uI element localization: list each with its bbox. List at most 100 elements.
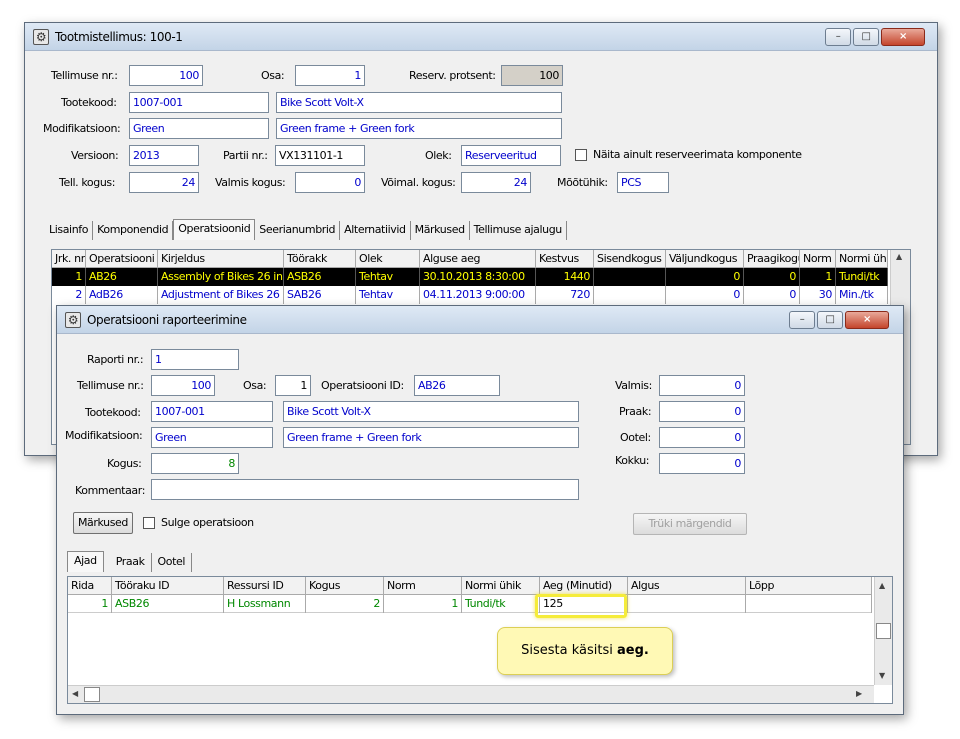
column-header[interactable]: Normi ühik: [462, 577, 540, 595]
grid-cell: 04.11.2013 9:00:00: [420, 286, 536, 304]
report-no-field[interactable]: 1: [151, 349, 239, 370]
minimize-button[interactable]: –: [825, 28, 851, 46]
tab-operatsioonid[interactable]: Operatsioonid: [173, 219, 256, 240]
column-header[interactable]: Sisendkogus: [594, 250, 666, 268]
product-code-field[interactable]: 1007-001: [151, 401, 273, 422]
column-header[interactable]: Kestvus: [536, 250, 594, 268]
scroll-up-icon[interactable]: ▲: [896, 252, 902, 261]
close-operation-checkbox[interactable]: [143, 517, 155, 529]
done-qty-field[interactable]: 0: [295, 172, 365, 193]
grid-cell: 0: [666, 268, 744, 286]
grid-cell: Assembly of Bikes 26 in: [158, 268, 284, 286]
part-field[interactable]: 1: [275, 375, 311, 396]
column-header[interactable]: Operatsiooni: [86, 250, 158, 268]
column-header[interactable]: Normi ühik: [836, 250, 888, 268]
column-header[interactable]: Kogus: [306, 577, 384, 595]
column-header[interactable]: Väljundkogus: [666, 250, 744, 268]
scroll-down-icon[interactable]: ▼: [879, 671, 885, 680]
modification-name-field[interactable]: Green frame + Green fork: [283, 427, 579, 448]
table-row[interactable]: 1 ASB26 H Lossmann 2 1 Tundi/tk 125: [68, 595, 872, 613]
tab-tellimuse-ajalugu[interactable]: Tellimuse ajalugu: [470, 221, 567, 240]
waiting-field[interactable]: 0: [659, 427, 745, 448]
title-bar[interactable]: ⚙ Operatsiooni raporteerimine – □ ×: [57, 306, 903, 334]
scrap-field[interactable]: 0: [659, 401, 745, 422]
scroll-left-icon[interactable]: ◀: [72, 689, 78, 698]
grid-cell: Min./tk: [836, 286, 888, 304]
comment-field[interactable]: [151, 479, 579, 500]
column-header[interactable]: Töörakk: [284, 250, 356, 268]
part-field[interactable]: 1: [295, 65, 365, 86]
scroll-up-icon[interactable]: ▲: [879, 581, 885, 590]
grid-cell: 1: [68, 595, 112, 613]
order-no-field[interactable]: 100: [129, 65, 203, 86]
status-label: Olek:: [425, 149, 452, 162]
only-unreserved-checkbox[interactable]: [575, 149, 587, 161]
unit-field[interactable]: PCS: [617, 172, 669, 193]
modification-field[interactable]: Green: [129, 118, 269, 139]
scroll-right-icon[interactable]: ▶: [856, 689, 862, 698]
notes-button[interactable]: Märkused: [73, 512, 133, 534]
column-header[interactable]: Praagikogus: [744, 250, 800, 268]
minimize-button[interactable]: –: [789, 311, 815, 329]
batch-field[interactable]: VX131101-1: [275, 145, 365, 166]
total-field[interactable]: 0: [659, 453, 745, 474]
product-name-field[interactable]: Bike Scott Volt-X: [276, 92, 562, 113]
operation-id-field[interactable]: AB26: [414, 375, 500, 396]
column-header[interactable]: Tööraku ID: [112, 577, 224, 595]
column-header[interactable]: Kirjeldus: [158, 250, 284, 268]
grid-cell: Tundi/tk: [836, 268, 888, 286]
print-labels-button[interactable]: Trüki märgendid: [633, 513, 747, 535]
order-qty-field[interactable]: 24: [129, 172, 199, 193]
modification-field[interactable]: Green: [151, 427, 273, 448]
qty-field[interactable]: 8: [151, 453, 239, 474]
grid-header: Jrk. nr Operatsiooni Kirjeldus Töörakk O…: [52, 250, 910, 268]
tab-markused[interactable]: Märkused: [411, 221, 470, 240]
order-no-field[interactable]: 100: [151, 375, 215, 396]
tab-alternatiivid[interactable]: Alternatiivid: [340, 221, 411, 240]
product-code-field[interactable]: 1007-001: [129, 92, 269, 113]
column-header[interactable]: Aeg (Minutid): [540, 577, 628, 595]
version-field[interactable]: 2013: [129, 145, 199, 166]
scroll-thumb[interactable]: [84, 687, 100, 702]
horizontal-scrollbar[interactable]: ◀ ▶: [68, 685, 874, 703]
column-header[interactable]: Alguse aeg: [420, 250, 536, 268]
product-code-label: Tootekood:: [85, 406, 141, 419]
tab-ajad[interactable]: Ajad: [67, 551, 104, 572]
possible-qty-field[interactable]: 24: [461, 172, 531, 193]
grid-cell: 30.10.2013 8:30:00: [420, 268, 536, 286]
vertical-scrollbar[interactable]: ▲ ▼: [874, 577, 892, 685]
done-field[interactable]: 0: [659, 375, 745, 396]
maximize-button[interactable]: □: [853, 28, 879, 46]
batch-label: Partii nr.:: [223, 149, 268, 162]
column-header[interactable]: Lõpp: [746, 577, 872, 595]
tab-seerianumbrid[interactable]: Seerianumbrid: [255, 221, 341, 240]
grid-cell: Tehtav: [356, 286, 420, 304]
tab-lisainfo[interactable]: Lisainfo: [45, 221, 94, 240]
possible-qty-label: Võimal. kogus:: [381, 176, 456, 189]
grid-cell: 1: [384, 595, 462, 613]
status-field[interactable]: Reserveeritud: [461, 145, 561, 166]
operation-id-label: Operatsiooni ID:: [321, 379, 404, 392]
close-button[interactable]: ×: [845, 311, 889, 329]
column-header[interactable]: Olek: [356, 250, 420, 268]
table-row-selected[interactable]: 1 AB26 Assembly of Bikes 26 in ASB26 Teh…: [52, 268, 888, 286]
maximize-button[interactable]: □: [817, 311, 843, 329]
title-bar[interactable]: ⚙ Tootmistellimus: 100-1 – □ ×: [25, 23, 937, 51]
column-header[interactable]: Norm: [800, 250, 836, 268]
tab-ootel[interactable]: Ootel: [152, 553, 193, 572]
column-header[interactable]: Jrk. nr: [52, 250, 86, 268]
tab-komponendid[interactable]: Komponendid: [93, 221, 174, 240]
product-name-field[interactable]: Bike Scott Volt-X: [283, 401, 579, 422]
column-header[interactable]: Ressursi ID: [224, 577, 306, 595]
grid-cell: [594, 286, 666, 304]
column-header[interactable]: Rida: [68, 577, 112, 595]
column-header[interactable]: Algus: [628, 577, 746, 595]
tab-praak[interactable]: Praak: [110, 553, 152, 572]
modification-label: Modifikatsioon:: [43, 122, 121, 135]
close-button[interactable]: ×: [881, 28, 925, 46]
modification-name-field[interactable]: Green frame + Green fork: [276, 118, 562, 139]
table-row[interactable]: 2 AdB26 Adjustment of Bikes 26 SAB26 Teh…: [52, 286, 888, 304]
scroll-thumb[interactable]: [876, 623, 891, 639]
part-label: Osa:: [243, 379, 267, 392]
column-header[interactable]: Norm: [384, 577, 462, 595]
